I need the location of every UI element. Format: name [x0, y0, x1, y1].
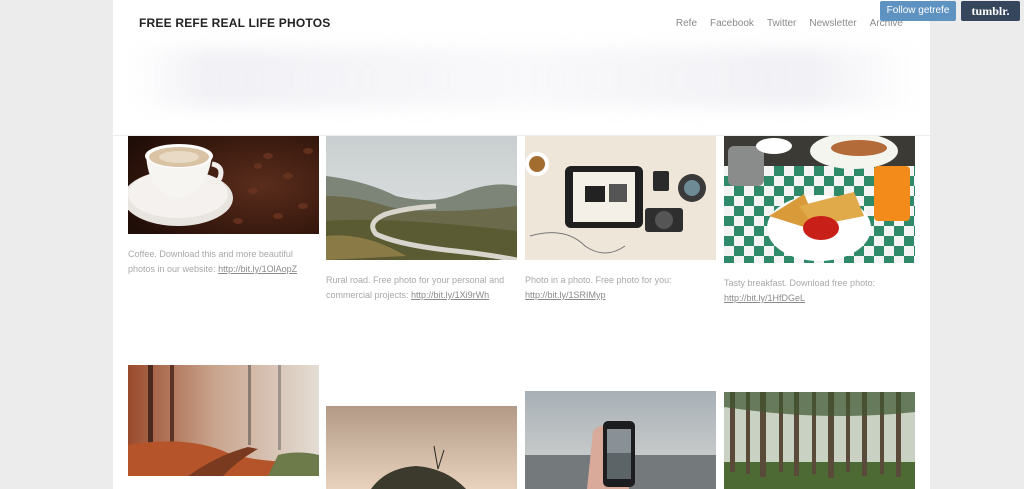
post-photo-rock-sunset[interactable] — [326, 406, 517, 489]
post-caption: Photo in a photo. Free photo for you: ht… — [525, 273, 716, 303]
post-caption: Coffee. Download this and more beautiful… — [128, 247, 319, 277]
nav-link-twitter[interactable]: Twitter — [767, 18, 796, 29]
post-caption: Tasty breakfast. Download free photo: ht… — [724, 276, 915, 306]
caption-link[interactable]: http://bit.ly/1Xi9rWh — [411, 290, 489, 300]
caption-link[interactable]: http://bit.ly/1SRIMyp — [525, 290, 606, 300]
caption-link[interactable]: http://bit.ly/1HfDGeL — [724, 293, 805, 303]
blog-title[interactable]: FREE REFE REAL LIFE PHOTOS — [139, 16, 330, 30]
blurred-description — [131, 48, 921, 108]
caption-link[interactable]: http://bit.ly/1OlAopZ — [218, 264, 297, 274]
post-photo-rural-road[interactable] — [326, 136, 517, 260]
blog-page: FREE REFE REAL LIFE PHOTOS Refe Facebook… — [113, 0, 930, 489]
post-photo-breakfast[interactable] — [724, 136, 915, 263]
post-photo-autumn-forest[interactable] — [128, 365, 319, 476]
caption-text: Tasty breakfast. Download free photo: — [724, 278, 876, 288]
nav-link-facebook[interactable]: Facebook — [710, 18, 754, 29]
post-photo-phone-sea[interactable] — [525, 391, 716, 489]
post-caption: Rural road. Free photo for your personal… — [326, 273, 517, 303]
nav-link-refe[interactable]: Refe — [676, 18, 697, 29]
post-photo-pine-forest[interactable] — [724, 392, 915, 489]
follow-button[interactable]: Follow getrefe — [880, 1, 956, 21]
top-nav: Refe Facebook Twitter Newsletter Archive — [663, 18, 903, 29]
nav-link-newsletter[interactable]: Newsletter — [809, 18, 856, 29]
tumblr-logo-button[interactable]: tumblr. — [961, 1, 1020, 21]
post-photo-tablet[interactable] — [525, 136, 716, 260]
post-photo-coffee[interactable] — [128, 136, 319, 234]
blog-header: FREE REFE REAL LIFE PHOTOS Refe Facebook… — [113, 0, 930, 136]
caption-text: Photo in a photo. Free photo for you: — [525, 275, 672, 285]
